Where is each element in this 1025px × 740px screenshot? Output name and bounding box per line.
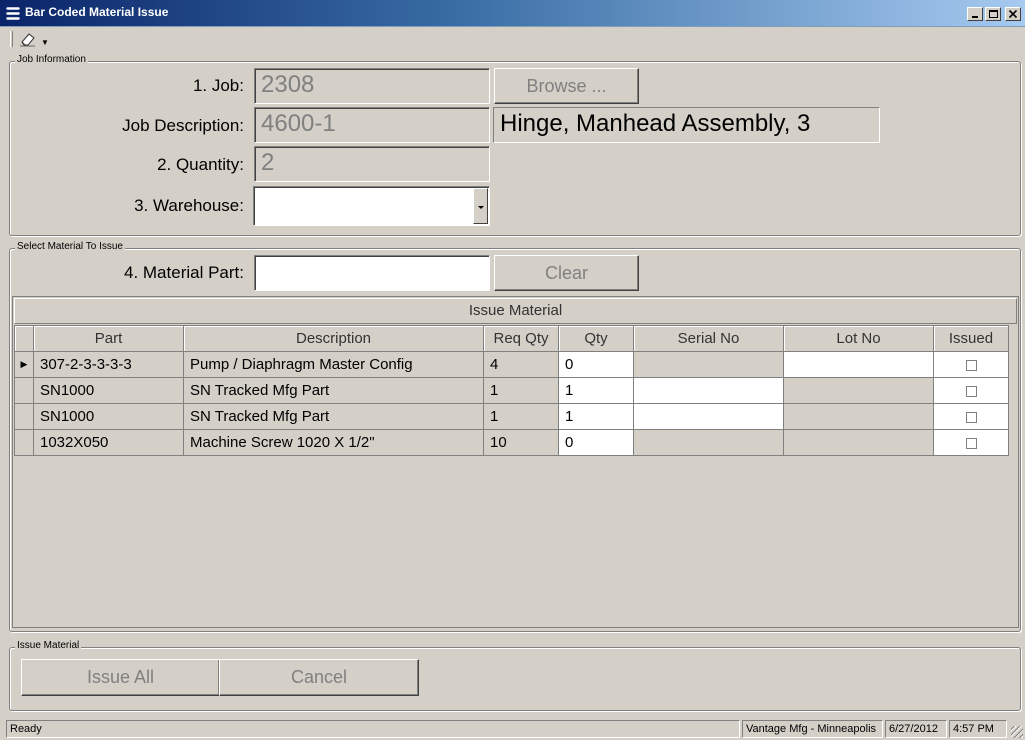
material-part-label: 4. Material Part: — [124, 263, 244, 282]
cell-part[interactable]: SN1000 — [33, 403, 184, 430]
job-label: 1. Job: — [192, 76, 244, 95]
toolbar-grip[interactable] — [10, 31, 13, 47]
cell-req-qty[interactable]: 1 — [483, 377, 559, 404]
dropdown-arrow-icon[interactable]: ▼ — [41, 38, 49, 47]
cell-description[interactable]: SN Tracked Mfg Part — [183, 403, 484, 430]
issued-checkbox[interactable] — [965, 359, 977, 371]
cell-part[interactable]: 307-2-3-3-3-3 — [33, 351, 184, 378]
warehouse-select[interactable] — [253, 186, 490, 226]
cell-issued[interactable] — [933, 429, 1009, 456]
table-row[interactable]: ▶ 307-2-3-3-3-3 Pump / Diaphragm Master … — [14, 351, 1009, 378]
status-message: Ready — [6, 720, 740, 738]
cell-part[interactable]: 1032X050 — [33, 429, 184, 456]
job-input[interactable]: 2308 — [254, 68, 490, 104]
column-header-req-qty[interactable]: Req Qty — [483, 325, 559, 352]
close-button[interactable] — [1005, 7, 1021, 21]
column-header-part[interactable]: Part — [33, 325, 184, 352]
cell-description[interactable]: SN Tracked Mfg Part — [183, 377, 484, 404]
quantity-label: 2. Quantity: — [157, 155, 244, 174]
cell-serial-no[interactable] — [633, 403, 784, 430]
cell-lot-no[interactable] — [783, 377, 934, 404]
cell-qty[interactable]: 1 — [558, 377, 634, 404]
row-selector[interactable] — [14, 377, 34, 404]
table-row[interactable]: 1032X050 Machine Screw 1020 X 1/2" 10 0 — [14, 429, 1009, 456]
job-description-text: Hinge, Manhead Assembly, 3 — [493, 107, 880, 143]
cell-issued[interactable] — [933, 403, 1009, 430]
column-header-qty[interactable]: Qty — [558, 325, 634, 352]
cell-issued[interactable] — [933, 377, 1009, 404]
column-header-lot-no[interactable]: Lot No — [783, 325, 934, 352]
row-selector-header[interactable] — [14, 325, 34, 352]
table-row[interactable]: SN1000 SN Tracked Mfg Part 1 1 — [14, 403, 1009, 430]
minimize-icon — [972, 16, 978, 18]
status-company: Vantage Mfg - Minneapolis — [742, 720, 883, 738]
cell-req-qty[interactable]: 10 — [483, 429, 559, 456]
cell-req-qty[interactable]: 4 — [483, 351, 559, 378]
cell-lot-no[interactable] — [783, 403, 934, 430]
close-icon — [1008, 9, 1018, 19]
issued-checkbox[interactable] — [965, 385, 977, 397]
warehouse-label: 3. Warehouse: — [134, 196, 244, 215]
cell-serial-no[interactable] — [633, 377, 784, 404]
cell-description[interactable]: Machine Screw 1020 X 1/2" — [183, 429, 484, 456]
minimize-button[interactable] — [967, 7, 983, 21]
cell-qty[interactable]: 1 — [558, 403, 634, 430]
issue-all-button[interactable]: Issue All — [21, 659, 220, 696]
resize-grip-icon[interactable] — [1011, 726, 1023, 738]
row-selector[interactable] — [14, 403, 34, 430]
eraser-icon[interactable] — [19, 31, 37, 47]
job-description-input[interactable]: 4600-1 — [254, 107, 490, 143]
column-header-issued[interactable]: Issued — [933, 325, 1009, 352]
status-time: 4:57 PM — [949, 720, 1007, 738]
quantity-input[interactable]: 2 — [254, 146, 490, 182]
toolbar: ▼ — [0, 27, 1025, 51]
job-description-label: Job Description: — [122, 116, 244, 135]
cell-part[interactable]: SN1000 — [33, 377, 184, 404]
chevron-down-icon[interactable] — [473, 188, 488, 224]
maximize-icon — [989, 10, 998, 18]
current-row-icon: ▶ — [20, 359, 28, 369]
cell-qty[interactable]: 0 — [558, 351, 634, 378]
clear-button[interactable]: Clear — [494, 255, 639, 291]
cancel-button[interactable]: Cancel — [219, 659, 419, 696]
title-bar: Bar Coded Material Issue — [0, 0, 1025, 27]
row-selector[interactable]: ▶ — [14, 351, 34, 378]
column-header-serial-no[interactable]: Serial No — [633, 325, 784, 352]
table-row[interactable]: SN1000 SN Tracked Mfg Part 1 1 — [14, 377, 1009, 404]
group-label: Issue Material — [15, 640, 82, 651]
cell-description[interactable]: Pump / Diaphragm Master Config — [183, 351, 484, 378]
issued-checkbox[interactable] — [965, 437, 977, 449]
issued-checkbox[interactable] — [965, 411, 977, 423]
cell-req-qty[interactable]: 1 — [483, 403, 559, 430]
group-label: Select Material To Issue — [15, 241, 125, 252]
grid-caption: Issue Material — [14, 298, 1017, 324]
grid-header-row: Part Description Req Qty Qty Serial No L… — [14, 325, 1009, 352]
row-selector[interactable] — [14, 429, 34, 456]
status-date: 6/27/2012 — [885, 720, 947, 738]
status-bar: Ready Vantage Mfg - Minneapolis 6/27/201… — [0, 719, 1025, 740]
cell-serial-no[interactable] — [633, 429, 784, 456]
column-header-description[interactable]: Description — [183, 325, 484, 352]
cell-qty[interactable]: 0 — [558, 429, 634, 456]
window-title: Bar Coded Material Issue — [25, 5, 169, 19]
material-part-input[interactable] — [254, 255, 490, 291]
maximize-button[interactable] — [985, 7, 1001, 21]
group-label: Job Information — [15, 54, 88, 65]
issue-material-grid[interactable]: Issue Material Part Description Req Qty … — [12, 296, 1019, 628]
grid-table: Part Description Req Qty Qty Serial No L… — [14, 325, 1009, 456]
cell-serial-no[interactable] — [633, 351, 784, 378]
cell-lot-no[interactable] — [783, 351, 934, 378]
cell-issued[interactable] — [933, 351, 1009, 378]
browse-button[interactable]: Browse ... — [494, 68, 639, 104]
cell-lot-no[interactable] — [783, 429, 934, 456]
app-icon — [5, 6, 21, 21]
